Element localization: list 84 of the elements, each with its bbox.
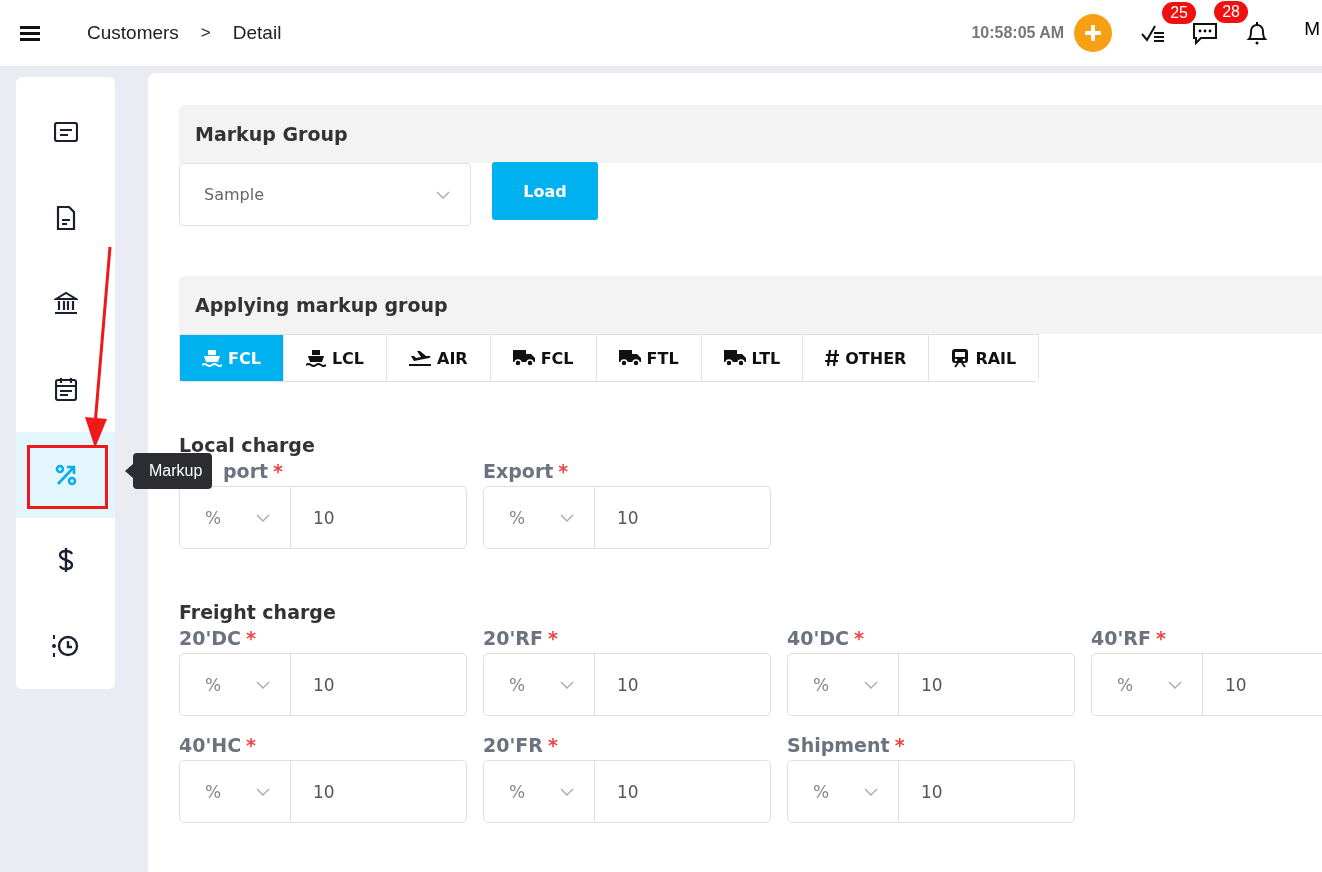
chevron-down-icon (436, 190, 450, 199)
required-mark: * (558, 460, 569, 482)
field-label: 40'HC (179, 734, 242, 756)
truck-icon (618, 349, 641, 367)
section-title: Markup Group (195, 123, 348, 145)
percent-icon (54, 463, 77, 486)
section-subtitle: Freight charge (179, 601, 337, 623)
required-mark: * (547, 627, 558, 649)
breadcrumb-item[interactable]: Detail (232, 22, 282, 44)
chevron-down-icon (256, 513, 270, 522)
required-mark: * (547, 734, 558, 756)
chevron-down-icon (864, 787, 878, 796)
field-label: 40'DC (787, 627, 849, 649)
value-input[interactable]: 10 (291, 487, 466, 548)
chevron-down-icon (864, 680, 878, 689)
chat-icon[interactable] (1192, 21, 1219, 45)
percent-input-group[interactable]: % 10 (1091, 653, 1322, 716)
value-input[interactable]: 10 (595, 654, 770, 715)
chevron-down-icon (560, 513, 574, 522)
field-label: 20'RF (483, 627, 543, 649)
hash-icon (825, 349, 840, 367)
required-mark: * (854, 627, 864, 649)
unit-select[interactable]: % (484, 487, 595, 548)
section-subtitle: Local charge (179, 434, 316, 456)
history-icon (51, 634, 80, 659)
value-input[interactable]: 10 (899, 761, 1074, 822)
field-label: port (223, 460, 269, 482)
value-input[interactable]: 10 (899, 654, 1074, 715)
breadcrumb-separator: > (200, 23, 211, 43)
required-mark: * (1155, 627, 1166, 649)
chevron-down-icon (1168, 680, 1182, 689)
field-label: 20'DC (179, 627, 241, 649)
unit-select[interactable]: % (1092, 654, 1203, 715)
tooltip: Markup (133, 453, 213, 489)
percent-input-group[interactable]: % 10 (483, 486, 771, 549)
required-mark: * (246, 734, 257, 756)
chevron-down-icon (560, 680, 574, 689)
plane-icon (409, 350, 431, 366)
count-badge: 28 (1214, 1, 1248, 23)
card-icon (53, 121, 78, 142)
percent-input-group[interactable]: % 10 (179, 760, 467, 823)
group-select[interactable]: Sample (179, 163, 471, 226)
user-name[interactable]: M (1304, 18, 1320, 40)
calendar-icon (54, 377, 77, 401)
chevron-down-icon (560, 787, 574, 796)
dollar-icon (57, 547, 74, 574)
ship-icon (305, 349, 326, 367)
required-mark: * (246, 627, 256, 649)
chevron-down-icon (256, 787, 270, 796)
truck-icon (512, 349, 535, 367)
unit-select[interactable]: % (180, 654, 291, 715)
unit-select[interactable]: % (788, 654, 899, 715)
percent-input-group[interactable]: % 10 (179, 653, 467, 716)
unit-select[interactable]: % (180, 761, 291, 822)
field-label: 20'FR (483, 734, 543, 756)
field-label: 40'RF (1091, 627, 1151, 649)
ship-icon (202, 349, 222, 367)
unit-select[interactable]: % (484, 654, 595, 715)
section-title: Applying markup group (195, 294, 448, 316)
clock-time: 10:58:05 AM (971, 24, 1065, 42)
tooltip-pointer-icon (125, 464, 133, 478)
percent-input-group[interactable]: % 10 (787, 653, 1075, 716)
unit-select[interactable]: % (788, 761, 899, 822)
document-icon (55, 205, 76, 230)
count-badge: 25 (1162, 2, 1196, 24)
percent-input-group[interactable]: % 10 (787, 760, 1075, 823)
unit-select[interactable]: % (484, 761, 595, 822)
percent-input-group[interactable]: % 10 (483, 653, 771, 716)
value-input[interactable]: 10 (595, 487, 770, 548)
value-input[interactable]: 10 (1203, 654, 1322, 715)
chevron-down-icon (256, 680, 270, 689)
field-label: Shipment (787, 734, 890, 756)
value-input[interactable]: 10 (291, 761, 466, 822)
train-icon (951, 348, 970, 368)
required-mark: * (894, 734, 905, 756)
required-mark: * (273, 460, 284, 482)
menu-icon[interactable] (20, 25, 40, 41)
value-input[interactable]: 10 (291, 654, 466, 715)
breadcrumb-item[interactable]: Customers (87, 22, 179, 44)
field-label: Export (483, 460, 554, 482)
percent-input-group[interactable]: % 10 (483, 760, 771, 823)
value-input[interactable]: 10 (595, 761, 770, 822)
truck-icon (723, 349, 746, 367)
bank-icon (53, 291, 78, 316)
